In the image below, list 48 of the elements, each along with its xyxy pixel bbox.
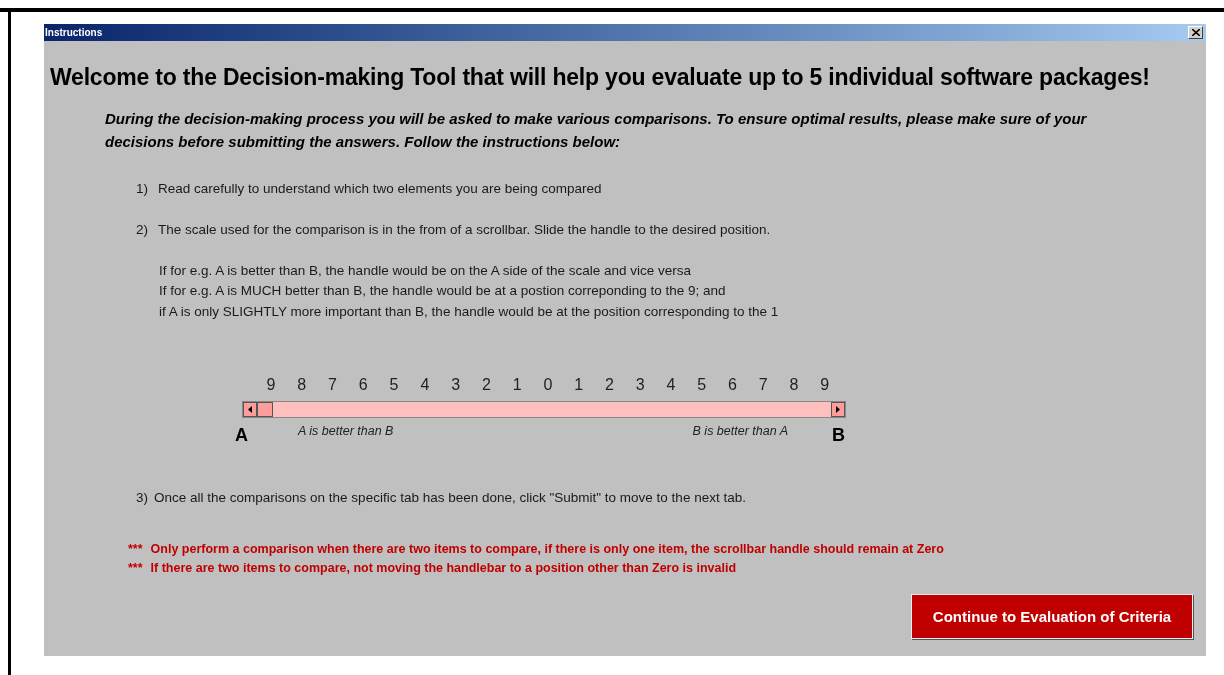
step-number: 3) xyxy=(136,489,148,507)
scale-end-label: A xyxy=(235,424,248,447)
heading: Welcome to the Decision-making Tool that will help you evaluate up to 5 individual software packages! xyxy=(50,63,1151,91)
warning-marker: *** xyxy=(128,541,143,559)
scale-number: 9 xyxy=(819,375,831,395)
scale-number: 3 xyxy=(450,375,462,395)
scale-number: 4 xyxy=(419,375,431,395)
warning-marker: *** xyxy=(128,560,143,578)
scale-number: 5 xyxy=(388,375,400,395)
step-text: Read carefully to understand which two elements you are being compared xyxy=(158,180,602,198)
continue-button[interactable]: Continue to Evaluation of Criteria xyxy=(911,594,1193,640)
scale-number: 6 xyxy=(727,375,738,395)
note-text: If for e.g. A is better than B, the handle would be on the A side of the scale and vice versa xyxy=(159,261,693,280)
close-button[interactable] xyxy=(1188,26,1203,39)
scrollbar-handle[interactable] xyxy=(257,402,273,417)
scale-number: 5 xyxy=(696,375,708,395)
scale-caption: B is better than A xyxy=(692,423,788,441)
scale-number: 2 xyxy=(603,375,615,395)
scale-number: 1 xyxy=(511,375,523,395)
scale-number: 3 xyxy=(634,375,646,395)
intro-text: During the decision-making process you will be asked to make various comparisons. To ensure optimal results, please make sure of your decisions before submitting the answers. Follow the instructions below: xyxy=(105,109,1088,152)
scale-number: 6 xyxy=(357,375,369,395)
scale-number: 0 xyxy=(542,375,554,395)
scale-number: 4 xyxy=(665,375,677,395)
scrollbar[interactable] xyxy=(242,401,846,418)
step-number: 2) xyxy=(136,221,148,240)
warning-text: If there are two items to compare, not moving the handlebar to a position other than Zero is invalid xyxy=(150,560,737,578)
scale-number: 8 xyxy=(296,375,308,395)
note-text: if A is only SLIGHTLY more important than B, the handle would be at the position corresponding to the 1 xyxy=(159,302,780,321)
window-title: Instructions xyxy=(45,26,103,40)
scale-number: 9 xyxy=(265,375,277,395)
left-arrow-icon xyxy=(248,406,252,413)
step-number: 1) xyxy=(136,180,148,198)
scroll-left-button[interactable] xyxy=(243,402,257,417)
step-text: Once all the comparisons on the specific tab has been done, click "Submit" to move to the next tab. xyxy=(154,489,746,507)
step-text: The scale used for the comparison is in the from of a scrollbar. Slide the handle to the desired position. xyxy=(158,221,771,240)
scale-number: 7 xyxy=(757,375,769,395)
scale-number: 7 xyxy=(327,375,338,395)
right-arrow-icon xyxy=(836,406,840,413)
scale-number: 2 xyxy=(480,375,492,395)
scale-number: 1 xyxy=(573,375,585,395)
note-text: If for e.g. A is MUCH better than B, the handle would be at a postion correponding to the 9; and xyxy=(159,282,727,300)
scroll-right-button[interactable] xyxy=(831,402,845,417)
close-icon xyxy=(1191,29,1200,36)
scale-number: 8 xyxy=(788,375,800,395)
warning-text: Only perform a comparison when there are two items to compare, if there is only one item, the scrollbar handle should remain at Zero xyxy=(150,541,944,559)
scale-end-label: B xyxy=(832,424,845,447)
scale-caption: A is better than B xyxy=(298,423,394,441)
